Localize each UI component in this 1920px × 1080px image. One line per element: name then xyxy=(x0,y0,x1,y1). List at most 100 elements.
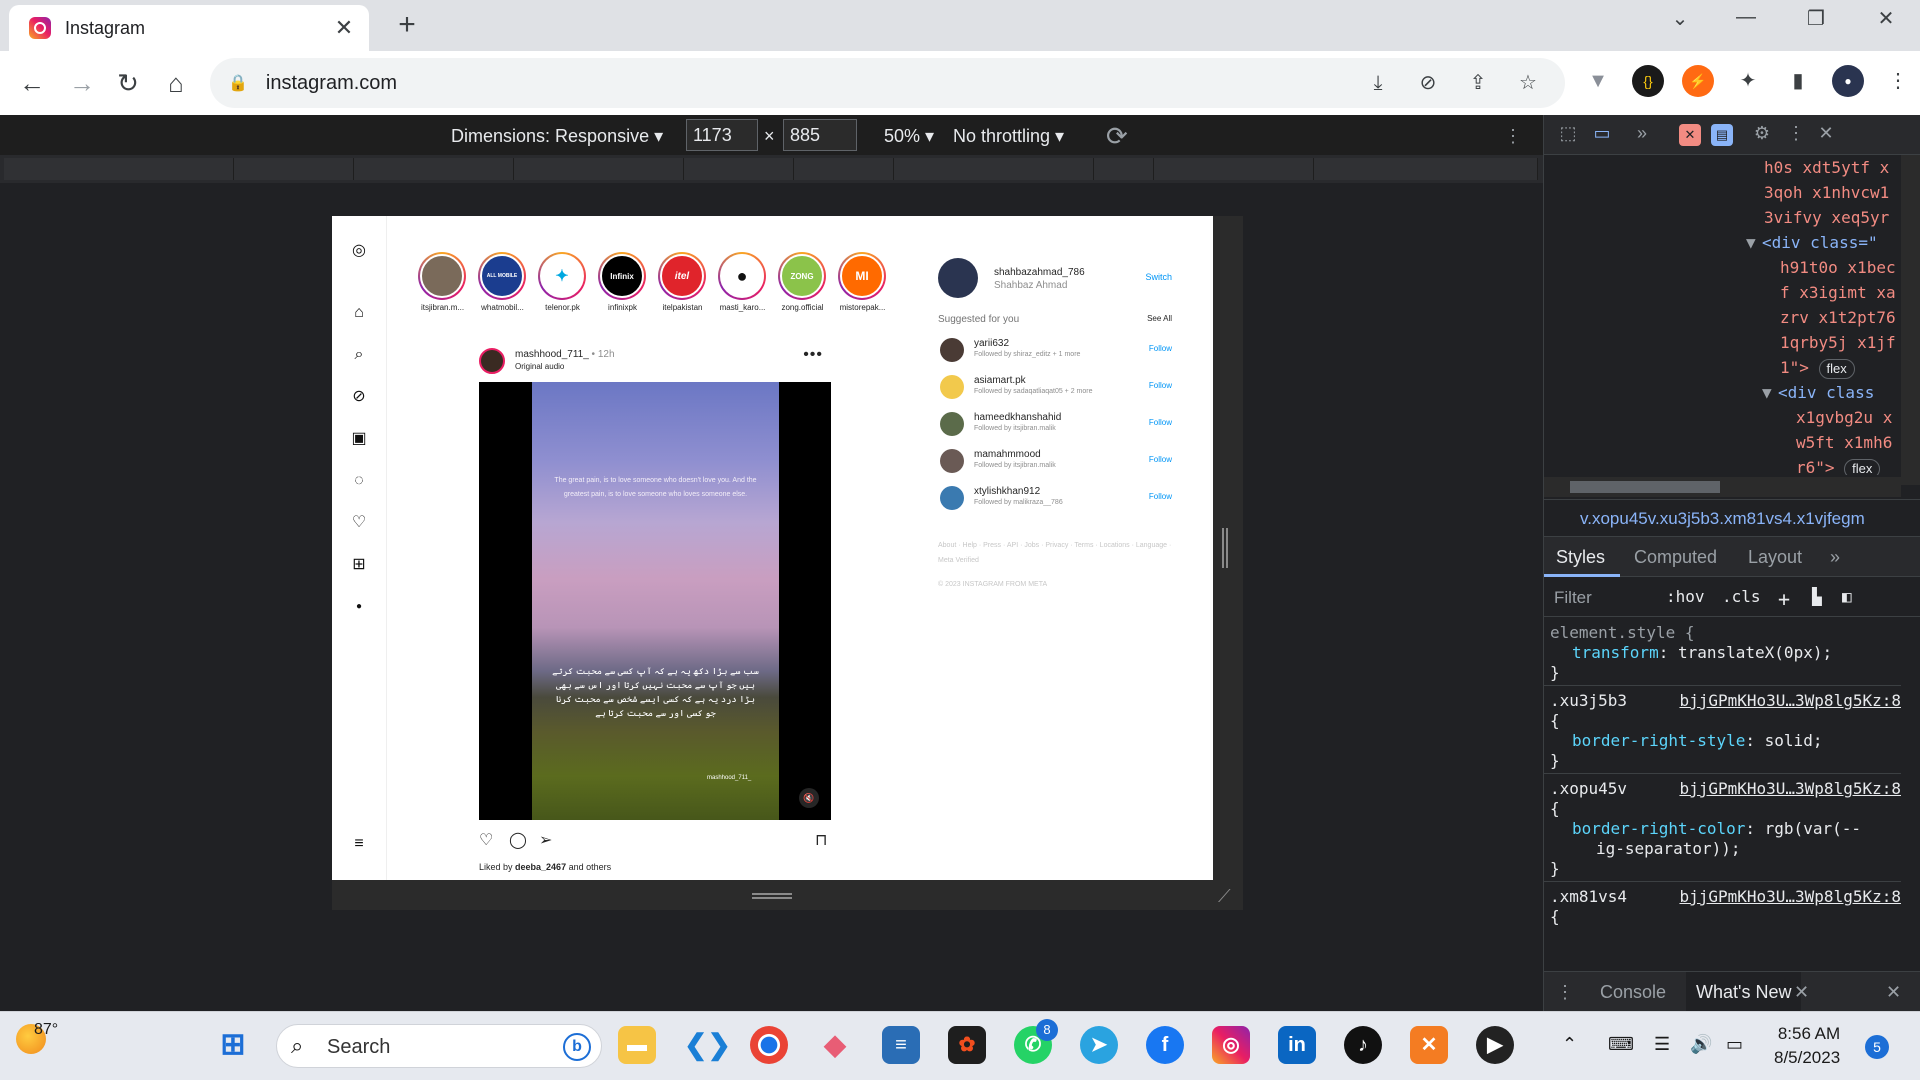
liked-by-user[interactable]: deeba_2467 xyxy=(515,862,566,872)
follow-button[interactable]: Follow xyxy=(1149,344,1172,353)
tab-styles[interactable]: Styles xyxy=(1556,547,1605,568)
styles-filter-input[interactable]: Filter xyxy=(1550,583,1650,611)
zoom-dropdown[interactable]: 50% ▾ xyxy=(884,126,934,147)
dimensions-dropdown[interactable]: Dimensions: Responsive ▾ xyxy=(451,126,663,147)
corner-resize-icon[interactable]: ⟋ xyxy=(1218,886,1231,907)
media-query-segment[interactable] xyxy=(4,158,234,180)
battery-icon[interactable]: ▭ xyxy=(1726,1034,1743,1055)
errors-badge-icon[interactable]: ✕ xyxy=(1679,124,1701,146)
see-all-button[interactable]: See All xyxy=(1147,314,1172,323)
save-bookmark-icon[interactable]: ⊓ xyxy=(815,830,827,850)
dom-line[interactable]: r6"> xyxy=(1796,458,1835,475)
notifications-heart-icon[interactable]: ♡ xyxy=(350,514,368,532)
suggestion-avatar[interactable] xyxy=(940,449,964,473)
styles-pane[interactable]: element.style { transform: translateX(0p… xyxy=(1544,617,1901,957)
dom-line[interactable]: 3vifvy xeq5yr xyxy=(1764,205,1889,230)
computed-sidebar-icon[interactable]: ◧ xyxy=(1842,587,1852,606)
height-input[interactable]: 885 xyxy=(783,119,857,151)
tab-more[interactable]: » xyxy=(1830,547,1840,568)
css-source-link[interactable]: bjjGPmKHo3U…3Wp8lg5Kz:8 xyxy=(1679,779,1901,799)
devtools-close-icon[interactable]: ✕ xyxy=(1814,123,1838,144)
messages-badge-icon[interactable]: ▤ xyxy=(1711,124,1733,146)
elements-tree[interactable]: h0s xdt5ytf x 3qoh x1nhvcw1 3vifvy xeq5y… xyxy=(1544,155,1901,475)
post-author-avatar[interactable] xyxy=(479,348,505,374)
media-query-segment[interactable] xyxy=(894,158,1094,180)
tab-search-icon[interactable]: ⌄ xyxy=(1660,6,1700,31)
extensions-puzzle-icon[interactable]: ✦ xyxy=(1732,65,1764,97)
media-query-segment[interactable] xyxy=(1314,158,1538,180)
home-icon[interactable]: ⌂ xyxy=(350,304,368,322)
width-input[interactable]: 1173 xyxy=(686,119,758,151)
media-query-segment[interactable] xyxy=(1094,158,1154,180)
tab-computed[interactable]: Computed xyxy=(1634,547,1717,568)
follow-button[interactable]: Follow xyxy=(1149,381,1172,390)
suggestion-avatar[interactable] xyxy=(940,412,964,436)
suggestion-avatar[interactable] xyxy=(940,486,964,510)
elements-horizontal-scrollbar[interactable] xyxy=(1544,477,1901,497)
device-toggle-icon[interactable]: ▭ xyxy=(1590,123,1614,144)
media-player-icon[interactable]: ▶ xyxy=(1476,1026,1514,1064)
suggestion-username[interactable]: yarii632 xyxy=(974,338,1009,349)
figma-icon[interactable]: ✿ xyxy=(948,1026,986,1064)
tiktok-icon[interactable]: ♪ xyxy=(1344,1026,1382,1064)
new-rule-plus-icon[interactable]: + xyxy=(1778,587,1790,611)
keyboard-icon[interactable]: ⌨ xyxy=(1608,1034,1634,1055)
tab-close-icon[interactable]: ✕ xyxy=(331,15,357,41)
profile-avatar[interactable] xyxy=(938,258,978,298)
css-declaration[interactable]: border-right-color: rgb(var(-- xyxy=(1572,819,1861,839)
suggestion-avatar[interactable] xyxy=(940,375,964,399)
css-value[interactable]: translateX(0px); xyxy=(1678,643,1832,662)
dom-line[interactable]: f x3igimt xa xyxy=(1780,280,1896,305)
media-query-segment[interactable] xyxy=(1154,158,1314,180)
drawer-menu-icon[interactable]: ⋮ xyxy=(1556,982,1574,1003)
story-item[interactable]: ALL MOBILE whatmobil... xyxy=(478,252,527,312)
json-extension-icon[interactable]: {} xyxy=(1632,65,1664,97)
new-tab-button[interactable]: + xyxy=(390,8,424,42)
instagram-logo-icon[interactable]: ◎ xyxy=(350,242,368,260)
mute-icon[interactable]: 🔇 xyxy=(799,788,819,808)
post-more-icon[interactable]: ••• xyxy=(803,346,823,364)
media-query-segment[interactable] xyxy=(794,158,894,180)
device-more-icon[interactable]: ⋮ xyxy=(1504,126,1522,147)
class-toggle[interactable]: .cls xyxy=(1722,587,1761,606)
instagram-app-icon[interactable]: ◎ xyxy=(1212,1026,1250,1064)
forward-arrow-icon[interactable]: → xyxy=(64,65,100,101)
throttling-dropdown[interactable]: No throttling ▾ xyxy=(953,126,1064,147)
post-author-username[interactable]: mashhood_711_ xyxy=(515,349,589,360)
settings-gear-icon[interactable]: ⚙ xyxy=(1750,123,1774,144)
close-tab-icon[interactable]: ✕ xyxy=(1794,982,1809,1003)
git-app-icon[interactable]: ◆ xyxy=(816,1026,854,1064)
notepad-icon[interactable]: ≡ xyxy=(882,1026,920,1064)
css-declaration[interactable]: border-right-style: solid; xyxy=(1572,731,1822,751)
share-send-icon[interactable]: ➢ xyxy=(539,830,552,850)
suggestion-username[interactable]: xtylishkhan912 xyxy=(974,486,1040,497)
dom-breadcrumb[interactable]: v.xopu45v.xu3j5b3.xm81vs4.x1vjfegm xyxy=(1544,499,1920,537)
messenger-icon[interactable]: ◌ xyxy=(350,472,368,490)
media-query-segment[interactable] xyxy=(234,158,354,180)
media-query-segment[interactable] xyxy=(514,158,684,180)
close-window-button[interactable]: ✕ xyxy=(1866,6,1906,31)
flex-badge[interactable]: flex xyxy=(1844,459,1881,475)
bing-icon[interactable]: b xyxy=(563,1033,591,1061)
taskbar-clock[interactable]: 8:56 AM 8/5/2023 xyxy=(1774,1022,1840,1070)
share-icon[interactable]: ⇪ xyxy=(1465,70,1491,96)
chrome-icon[interactable] xyxy=(750,1026,788,1064)
install-app-icon[interactable]: ⤓ xyxy=(1365,70,1391,96)
css-property[interactable]: transform xyxy=(1572,643,1659,662)
suggestion-username[interactable]: asiamart.pk xyxy=(974,375,1026,386)
reels-icon[interactable]: ▣ xyxy=(350,430,368,448)
tab-console[interactable]: Console xyxy=(1600,982,1666,1003)
like-heart-icon[interactable]: ♡ xyxy=(479,830,493,850)
css-declaration[interactable]: transform: translateX(0px); xyxy=(1572,643,1832,663)
css-value-continued[interactable]: ig-separator)); xyxy=(1596,839,1741,859)
more-panels-icon[interactable]: » xyxy=(1630,123,1654,144)
scrollbar-thumb[interactable] xyxy=(1570,481,1720,493)
profile-avatar[interactable]: ● xyxy=(350,598,368,616)
url-text[interactable]: instagram.com xyxy=(266,72,397,95)
story-item[interactable]: ● masti_karo... xyxy=(718,252,767,312)
address-bar[interactable]: 🔒 instagram.com ⤓ ⊘ ⇪ ☆ xyxy=(210,58,1565,108)
story-item[interactable]: itel itelpakistan xyxy=(658,252,707,312)
dom-line[interactable]: h0s xdt5ytf x xyxy=(1764,155,1889,180)
story-item[interactable]: MI mistorepak... xyxy=(838,252,887,312)
minimize-button[interactable]: — xyxy=(1726,6,1766,29)
